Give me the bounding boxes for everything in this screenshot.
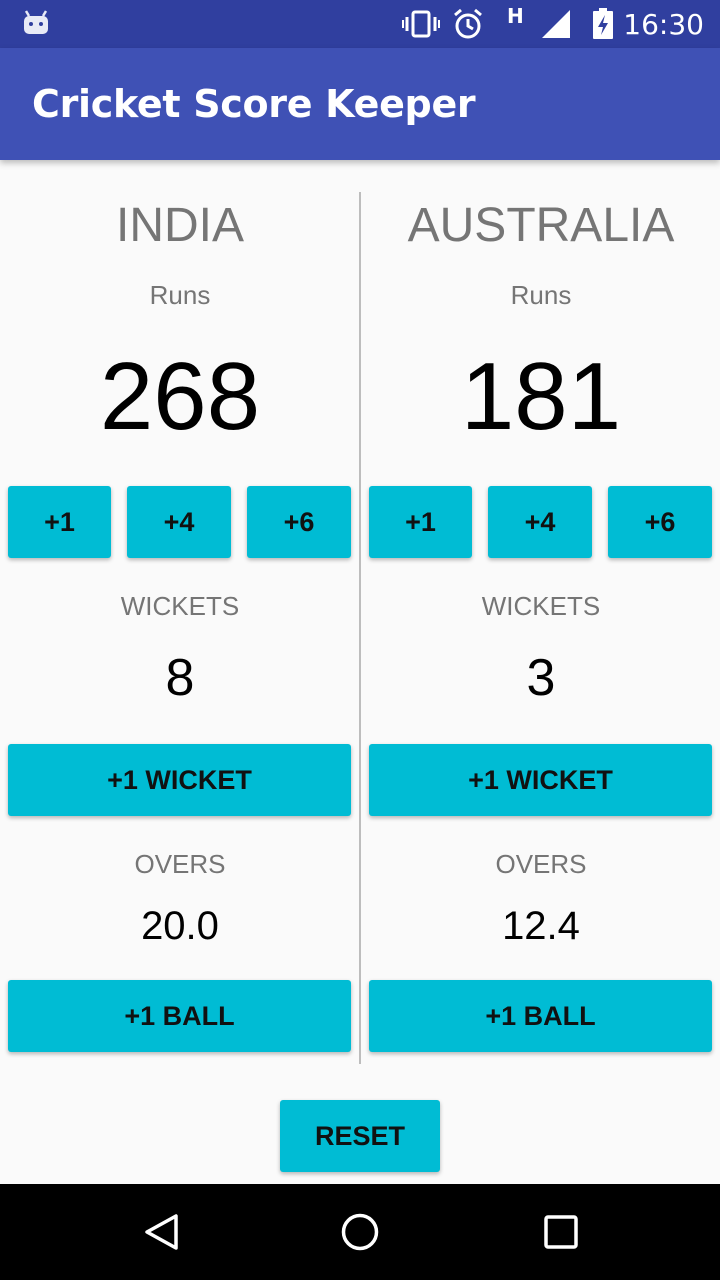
wickets-value: 8 xyxy=(165,649,195,707)
status-time: 16:30 xyxy=(623,8,704,41)
add-6-runs-button[interactable]: +6 xyxy=(608,486,712,558)
home-icon[interactable] xyxy=(340,1212,380,1252)
add-ball-button[interactable]: +1 BALL xyxy=(369,980,712,1052)
runs-label: Runs xyxy=(149,280,211,310)
wickets-value: 3 xyxy=(526,649,556,707)
recents-icon[interactable] xyxy=(543,1212,579,1252)
app-bar: Cricket Score Keeper xyxy=(0,48,720,160)
add-wicket-button[interactable]: +1 WICKET xyxy=(369,744,712,816)
vibrate-icon xyxy=(402,10,440,38)
runs-value: 181 xyxy=(460,343,622,450)
runs-label: Runs xyxy=(510,280,572,310)
team-name: AUSTRALIA xyxy=(407,199,675,252)
overs-value: 12.4 xyxy=(502,904,580,948)
network-type-label: H xyxy=(507,4,524,28)
app-title: Cricket Score Keeper xyxy=(32,82,476,126)
runs-value: 268 xyxy=(99,343,261,450)
battery-charging-icon xyxy=(593,8,613,39)
add-6-runs-button[interactable]: +6 xyxy=(247,486,351,558)
back-icon[interactable] xyxy=(142,1212,180,1252)
overs-label: OVERS xyxy=(495,849,587,879)
add-4-runs-button[interactable]: +4 xyxy=(127,486,231,558)
status-bar: H 16:30 xyxy=(0,0,720,48)
add-wicket-button[interactable]: +1 WICKET xyxy=(8,744,351,816)
wickets-label: WICKETS xyxy=(481,591,601,621)
add-4-runs-button[interactable]: +4 xyxy=(488,486,592,558)
alarm-icon xyxy=(454,8,482,39)
overs-label: OVERS xyxy=(134,849,226,879)
overs-value: 20.0 xyxy=(141,904,219,948)
signal-icon xyxy=(542,10,570,38)
team-name: INDIA xyxy=(115,199,244,252)
navigation-bar xyxy=(0,1184,720,1280)
add-1-run-button[interactable]: +1 xyxy=(369,486,472,558)
android-icon xyxy=(24,10,48,34)
add-ball-button[interactable]: +1 BALL xyxy=(8,980,351,1052)
add-1-run-button[interactable]: +1 xyxy=(8,486,111,558)
wickets-label: WICKETS xyxy=(120,591,240,621)
reset-button[interactable]: RESET xyxy=(280,1100,440,1172)
